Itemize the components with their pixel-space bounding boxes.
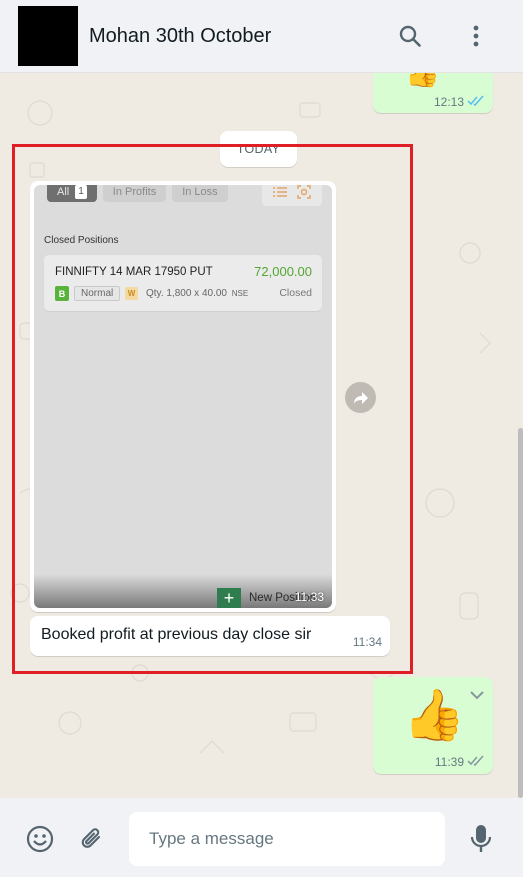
read-ticks-icon [467,95,485,109]
incoming-message[interactable]: Booked profit at previous day close sir … [30,616,390,656]
thumbs-up-emoji: 👍 [403,687,466,743]
filter-in-loss: In Loss [172,185,228,202]
avatar[interactable] [18,6,78,66]
message-time: 11:33 [294,590,324,604]
toolbar-icons [262,185,322,206]
scrollbar[interactable] [518,428,523,798]
filter-all: All 1 [47,185,97,202]
chevron-down-icon[interactable] [469,687,485,705]
message-time: 12:13 [433,95,464,109]
position-pnl: 72,000.00 [254,264,312,279]
outgoing-message[interactable]: 👍 11:39 [373,677,493,774]
delivered-ticks-icon [467,755,485,769]
scan-icon [297,185,311,204]
contact-name[interactable]: Mohan 30th October [89,25,271,48]
filter-in-profits: In Profits [102,185,167,202]
attach-icon[interactable] [78,825,106,853]
chat-header: Mohan 30th October [0,0,523,73]
qty-text: Qty. 1,800 x 40.00 [146,288,227,299]
filter-count: 1 [75,185,87,199]
section-title: Closed Positions [44,235,119,246]
list-icon [273,185,287,203]
filter-label: All [57,186,70,198]
forward-icon[interactable] [345,382,376,413]
positions-screenshot[interactable]: All 1 In Profits In Loss Closed Position… [34,185,332,608]
mic-icon[interactable] [467,825,495,853]
weekly-badge: W [125,287,138,300]
more-vertical-icon[interactable] [463,23,489,49]
message-time: 11:39 [434,755,464,769]
image-message[interactable]: All 1 In Profits In Loss Closed Position… [30,181,336,612]
position-status: Closed [279,287,312,299]
chat-area: 👍 12:13 TODAY All 1 In Profits In Loss [0,73,523,798]
position-qty: Qty. 1,800 x 40.00 NSE [146,288,248,299]
exchange-text: NSE [231,289,249,298]
plus-icon: + [217,588,241,608]
filter-tabs: All 1 In Profits In Loss [47,185,228,202]
emoji-icon[interactable] [26,825,54,853]
buy-badge: B [55,286,69,301]
position-card: FINNIFTY 14 MAR 17950 PUT 72,000.00 B No… [44,255,322,311]
position-symbol: FINNIFTY 14 MAR 17950 PUT [55,266,213,278]
message-composer [0,798,523,877]
search-icon[interactable] [397,23,423,49]
outgoing-message[interactable]: 👍 12:13 [373,73,493,113]
message-time: 11:34 [352,635,382,649]
message-input[interactable] [129,812,445,866]
order-type-badge: Normal [74,286,121,301]
thumbs-up-emoji: 👍 [405,73,440,87]
message-text: Booked profit at previous day close sir [41,626,312,643]
